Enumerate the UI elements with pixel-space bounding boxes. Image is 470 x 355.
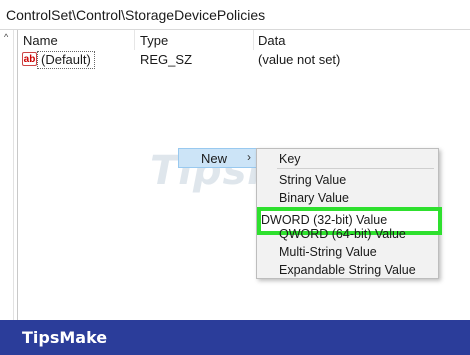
submenu-item-expandable-string-value[interactable]: Expandable String Value: [279, 263, 416, 277]
string-value-icon: ab: [22, 52, 37, 66]
column-divider[interactable]: [253, 30, 254, 50]
tree-pane[interactable]: ^: [0, 30, 18, 320]
submenu-arrow-icon: ›: [247, 150, 251, 164]
value-type: REG_SZ: [140, 52, 193, 67]
submenu-item-multi-string-value[interactable]: Multi-String Value: [279, 245, 377, 259]
menu-item-new-label: New: [201, 151, 228, 166]
column-header-type[interactable]: Type: [140, 33, 168, 48]
value-name[interactable]: (Default): [37, 51, 95, 69]
submenu-item-string-value[interactable]: String Value: [279, 173, 346, 187]
list-item[interactable]: ab (Default) REG_SZ (value not set): [22, 51, 462, 70]
submenu-separator: [277, 168, 434, 169]
footer-banner: TipsMake: [0, 320, 470, 355]
submenu-item-qword-value[interactable]: QWORD (64-bit) Value: [279, 227, 406, 241]
submenu-item-key[interactable]: Key: [279, 152, 301, 166]
address-path[interactable]: ControlSet\Control\StorageDevicePolicies: [6, 7, 265, 23]
submenu-item-dword-label: DWORD (32-bit) Value: [261, 213, 388, 227]
value-data: (value not set): [258, 52, 341, 67]
column-header-name[interactable]: Name: [23, 33, 58, 48]
address-bar[interactable]: ControlSet\Control\StorageDevicePolicies: [0, 0, 470, 30]
new-submenu: Key String Value Binary Value DWORD (32-…: [256, 148, 442, 279]
column-divider[interactable]: [134, 30, 135, 50]
scroll-up-caret-icon[interactable]: ^: [4, 32, 8, 42]
column-header-data[interactable]: Data: [258, 33, 285, 48]
menu-item-new[interactable]: New ›: [178, 148, 257, 168]
submenu-item-binary-value[interactable]: Binary Value: [279, 191, 349, 205]
footer-brand: TipsMake: [22, 328, 108, 347]
